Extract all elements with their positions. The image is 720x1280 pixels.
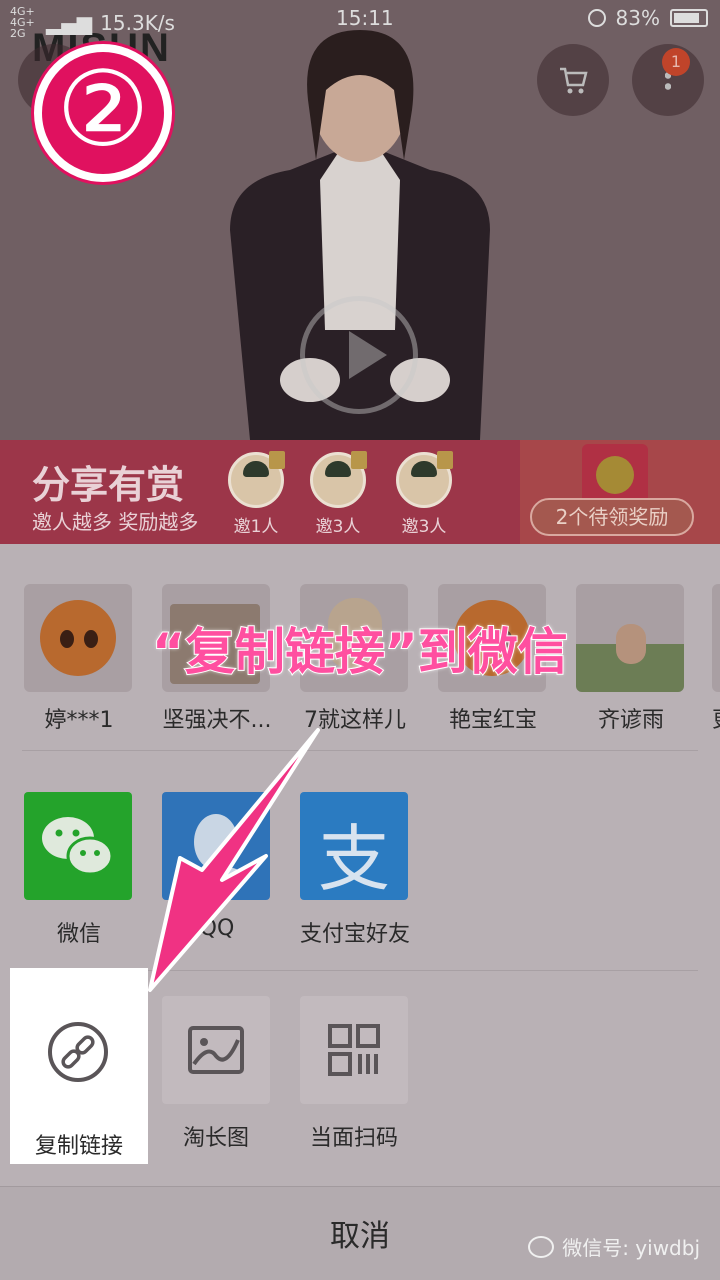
step-number-badge: ② bbox=[34, 44, 172, 182]
share-qq[interactable]: QQ bbox=[162, 792, 272, 941]
cart-button[interactable] bbox=[537, 44, 609, 116]
avatar bbox=[310, 451, 367, 508]
contact-item[interactable]: 更 bbox=[712, 584, 720, 734]
avatar bbox=[228, 451, 285, 508]
invite-step: 邀3人 bbox=[392, 451, 456, 537]
image-icon bbox=[162, 996, 270, 1104]
clock: 15:11 bbox=[336, 6, 394, 30]
network-indicator: 4G+ 4G+ 2G bbox=[10, 5, 35, 40]
reward-tag-icon bbox=[437, 451, 453, 469]
long-image-button[interactable]: 淘长图 bbox=[162, 996, 270, 1152]
play-button[interactable] bbox=[300, 296, 418, 414]
invite-step: 邀1人 bbox=[224, 451, 288, 537]
contact-item[interactable]: 齐谚雨 bbox=[576, 584, 686, 734]
alarm-icon bbox=[587, 9, 606, 27]
divider bbox=[22, 750, 698, 751]
avatar bbox=[396, 451, 453, 508]
wechat-logo-icon bbox=[528, 1235, 555, 1258]
signal-icon: ▂▄▆ bbox=[46, 10, 93, 35]
watermark: 微信号: yiwdbj bbox=[528, 1232, 700, 1261]
cart-icon bbox=[560, 67, 588, 94]
share-screen: MISUN 1 ② 4G+ 4G+ 2G bbox=[0, 0, 720, 1280]
reward-tag-icon bbox=[269, 451, 285, 469]
alipay-icon: 支 bbox=[300, 792, 408, 901]
instruction-text: “复制链接”到微信 bbox=[151, 622, 569, 682]
share-reward-banner[interactable]: 分享有赏 邀人越多 奖励越多 邀1人 邀3人 邀3人 2个待领奖励 bbox=[0, 440, 720, 544]
link-icon bbox=[24, 998, 132, 1106]
battery-icon bbox=[670, 9, 708, 27]
avatar bbox=[24, 584, 132, 692]
battery-percent: 83% bbox=[615, 6, 660, 30]
qr-code-button[interactable]: 当面扫码 bbox=[300, 996, 408, 1152]
wechat-icon bbox=[24, 792, 132, 900]
avatar bbox=[576, 584, 684, 692]
invite-step: 邀3人 bbox=[306, 451, 370, 537]
pending-rewards-button[interactable]: 2个待领奖励 bbox=[530, 498, 694, 536]
banner-subtitle: 邀人越多 奖励越多 bbox=[32, 510, 199, 534]
avatar bbox=[712, 584, 720, 692]
share-wechat[interactable]: 微信 bbox=[24, 792, 134, 948]
share-alipay[interactable]: 支 支付宝好友 bbox=[300, 792, 410, 948]
status-bar: 4G+ 4G+ 2G ▂▄▆ 15.3K/s 15:11 83% bbox=[0, 0, 720, 40]
network-speed: 15.3K/s bbox=[100, 10, 175, 35]
reward-tag-icon bbox=[351, 451, 367, 469]
copy-link-button[interactable]: 复制链接 bbox=[10, 968, 148, 1164]
qq-icon bbox=[162, 792, 270, 900]
cart-count-badge: 1 bbox=[662, 48, 690, 76]
qr-code-icon bbox=[300, 996, 408, 1104]
contact-item[interactable]: 婷***1 bbox=[24, 584, 134, 734]
product-video[interactable]: MISUN 1 ② bbox=[0, 0, 720, 440]
banner-title: 分享有赏 bbox=[32, 463, 185, 507]
